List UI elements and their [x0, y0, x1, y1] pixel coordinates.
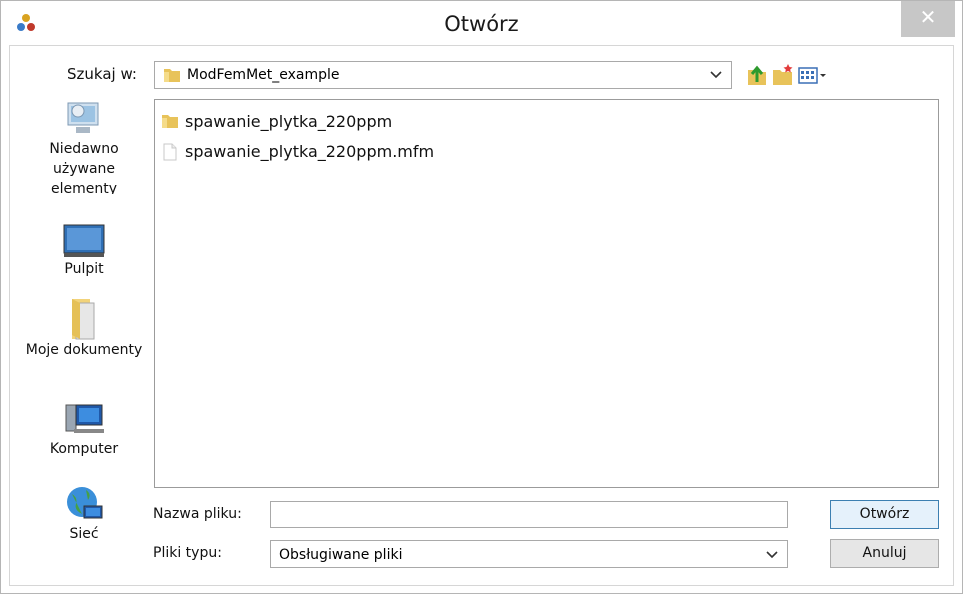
- filetype-label: Pliki typu:: [153, 545, 222, 561]
- places-bar: Niedawno używane elementy Pulpit Moje do…: [23, 99, 145, 569]
- place-documents-label: Moje dokumenty: [25, 342, 143, 358]
- file-name: spawanie_plytka_220ppm: [185, 112, 393, 131]
- place-recent[interactable]: Niedawno używane elementy: [23, 99, 145, 194]
- place-computer[interactable]: Komputer: [23, 399, 145, 459]
- place-desktop[interactable]: Pulpit: [23, 219, 145, 279]
- filename-input[interactable]: [270, 501, 788, 528]
- desktop-icon: [63, 224, 105, 257]
- chevron-down-icon: [710, 71, 722, 79]
- filetype-combo[interactable]: Obsługiwane pliki: [270, 540, 788, 568]
- place-recent-label: Niedawno używane elementy: [49, 141, 119, 194]
- filetype-value: Obsługiwane pliki: [279, 547, 403, 563]
- place-network[interactable]: Sieć: [23, 484, 145, 544]
- documents-icon: [72, 299, 95, 340]
- new-folder-icon[interactable]: [771, 62, 795, 88]
- file-list[interactable]: spawanie_plytka_220ppm spawanie_plytka_2…: [154, 99, 939, 488]
- title-bar[interactable]: Otwórz ✕: [1, 1, 962, 45]
- filename-label: Nazwa pliku:: [153, 506, 242, 522]
- recent-items-icon: [67, 102, 99, 133]
- place-computer-label: Komputer: [49, 441, 119, 457]
- place-network-label: Sieć: [69, 526, 99, 542]
- cancel-button[interactable]: Anuluj: [830, 539, 939, 568]
- computer-icon: [65, 404, 104, 433]
- place-documents[interactable]: Moje dokumenty: [23, 294, 145, 360]
- chevron-down-icon: [766, 551, 778, 559]
- lookin-value: ModFemMet_example: [187, 67, 340, 83]
- lookin-label: Szukaj w:: [67, 65, 137, 83]
- view-menu-icon[interactable]: [797, 62, 833, 88]
- network-icon: [67, 487, 103, 519]
- file-name: spawanie_plytka_220ppm.mfm: [185, 142, 435, 161]
- close-button[interactable]: ✕: [901, 1, 955, 37]
- window-title: Otwórz: [444, 12, 519, 36]
- folder-icon: [164, 69, 180, 82]
- up-folder-icon[interactable]: [745, 62, 769, 88]
- open-dialog: Otwórz ✕ Szukaj w: ModFemMet_example Nie…: [0, 0, 963, 594]
- list-item[interactable]: spawanie_plytka_220ppm.mfm: [161, 140, 561, 166]
- file-icon: [163, 143, 177, 161]
- open-button[interactable]: Otwórz: [830, 500, 939, 529]
- place-desktop-label: Pulpit: [64, 261, 104, 277]
- lookin-combo[interactable]: ModFemMet_example: [154, 61, 732, 89]
- list-item[interactable]: spawanie_plytka_220ppm: [161, 110, 561, 136]
- folder-icon: [162, 115, 178, 128]
- close-icon: ✕: [919, 7, 937, 29]
